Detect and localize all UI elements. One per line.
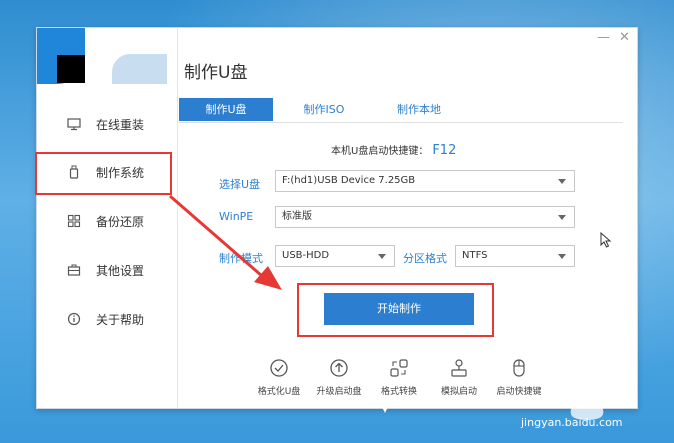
mouse-cursor-icon <box>600 232 612 248</box>
desktop-marker <box>382 407 388 413</box>
watermark-text: jingyan.baidu.com <box>521 416 623 429</box>
